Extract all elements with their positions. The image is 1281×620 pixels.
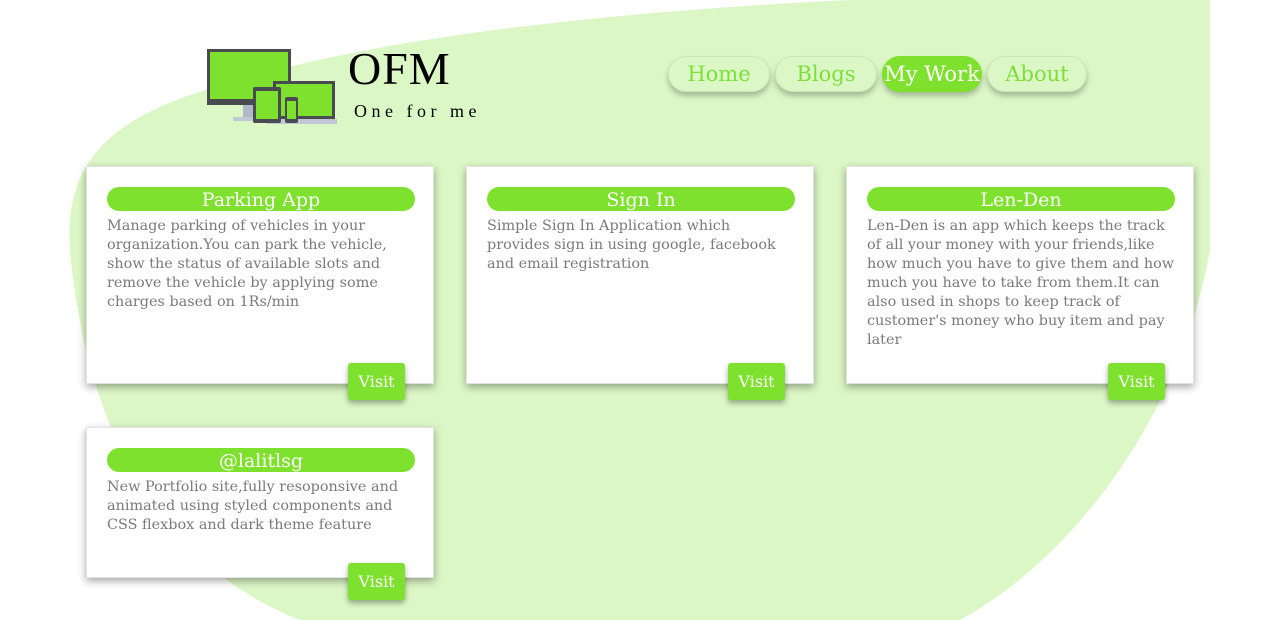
project-card-parking-app: Parking App Manage parking of vehicles i…	[86, 166, 434, 400]
card-title: Parking App	[107, 187, 415, 211]
project-card-lalitlsg: @lalitlsg New Portfolio site,fully resop…	[86, 427, 434, 600]
page: OFM One for me Home Blogs My Work About …	[0, 0, 1281, 620]
card-title: Sign In	[487, 187, 795, 211]
visit-button[interactable]: Visit	[728, 363, 785, 400]
nav-item-my-work[interactable]: My Work	[882, 56, 982, 92]
nav-item-about[interactable]: About	[987, 56, 1087, 92]
brand-title: OFM	[348, 43, 451, 94]
card-description: Manage parking of vehicles in your organ…	[107, 218, 387, 310]
project-card-sign-in: Sign In Simple Sign In Application which…	[466, 166, 814, 400]
visit-button[interactable]: Visit	[1108, 363, 1165, 400]
project-card-len-den: Len-Den Len-Den is an app which keeps th…	[846, 166, 1194, 400]
card-description: Simple Sign In Application which provide…	[487, 218, 776, 272]
nav-item-blogs[interactable]: Blogs	[775, 56, 877, 92]
visit-button[interactable]: Visit	[348, 363, 405, 400]
nav-item-home[interactable]: Home	[668, 56, 770, 92]
card-title: Len-Den	[867, 187, 1175, 211]
main-nav: Home Blogs My Work About	[668, 56, 1087, 92]
card-title: @lalitlsg	[107, 448, 415, 472]
card-description: New Portfolio site,fully resoponsive and…	[107, 479, 399, 533]
card-description: Len-Den is an app which keeps the track …	[867, 218, 1175, 348]
brand-tagline: One for me	[354, 101, 481, 121]
visit-button[interactable]: Visit	[348, 563, 405, 600]
devices-icon	[207, 49, 337, 124]
